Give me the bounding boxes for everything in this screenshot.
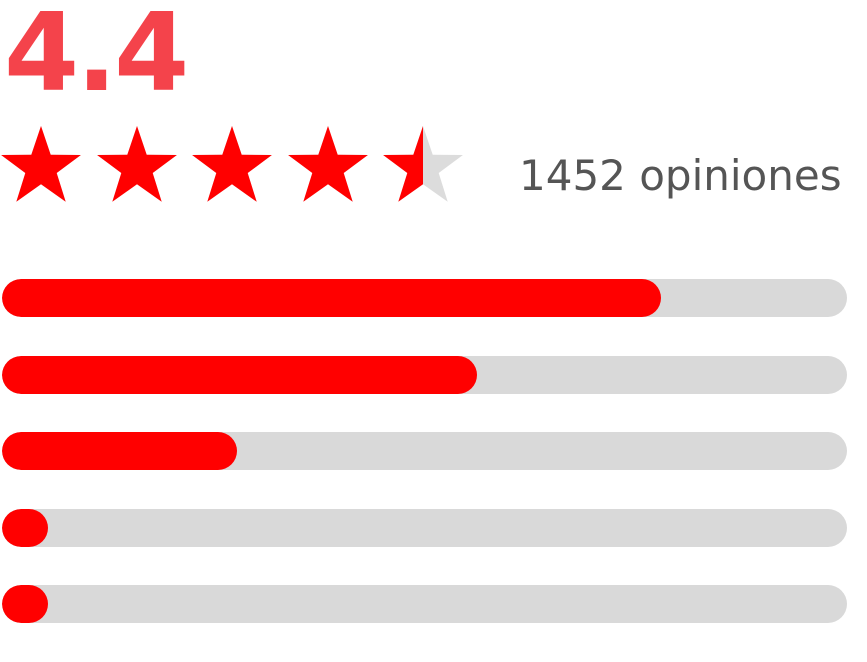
- star-icon: [383, 126, 463, 202]
- star-icon: [287, 126, 368, 202]
- rating-bar-track: [2, 508, 847, 547]
- rating-bar-fill: [2, 508, 48, 547]
- rating-bar-track: [2, 585, 847, 623]
- rating-bar-fill: [2, 585, 48, 623]
- rating-bar-fill: [2, 279, 661, 317]
- rating-bar-track: [2, 432, 847, 470]
- star-icon: [192, 126, 272, 202]
- star-icon: [1, 126, 81, 202]
- rating-bar-fill: [2, 432, 237, 470]
- rating-bar-track: [2, 279, 847, 317]
- review-count: 1452 opiniones: [519, 151, 842, 200]
- rating-distribution: [2, 279, 847, 662]
- rating-bar-track: [2, 355, 847, 394]
- average-score: 4.4: [4, 0, 189, 116]
- star-rating: [0, 126, 480, 208]
- rating-bar-fill: [2, 355, 477, 394]
- rating-summary: 4.4 1452 opiniones: [0, 0, 867, 635]
- star-icon: [96, 126, 177, 202]
